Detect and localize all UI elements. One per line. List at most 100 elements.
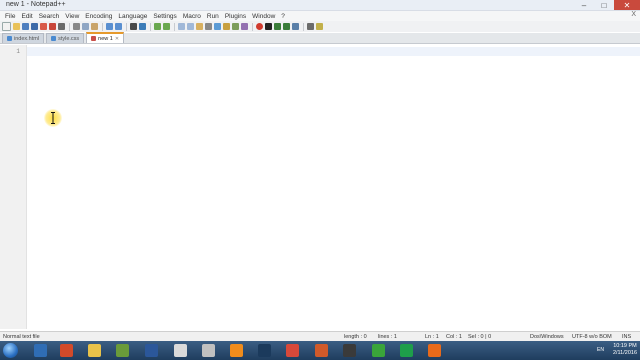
app-icon-3[interactable] (343, 344, 356, 357)
ibeam-cursor-icon (51, 112, 55, 124)
tab-close-icon[interactable]: ✕ (115, 36, 119, 42)
play-multiple-icon[interactable] (283, 23, 290, 30)
folder-as-workspace-icon[interactable] (223, 23, 230, 30)
undo-icon[interactable] (106, 23, 113, 30)
cut-icon[interactable] (73, 23, 80, 30)
toolbar-separator (69, 22, 70, 31)
status-file-type: Normal text file (3, 334, 40, 340)
show-all-chars-icon[interactable] (205, 23, 212, 30)
menu-file[interactable]: File (2, 13, 18, 20)
status-ln: Ln : 1 (425, 334, 439, 340)
status-lines: lines : 1 (378, 334, 397, 340)
word-wrap-icon[interactable] (196, 23, 203, 30)
clock-time: 10:19 PM (613, 343, 637, 349)
window-title: new 1 - Notepad++ (6, 1, 66, 8)
status-eol: Dos\Windows (530, 334, 564, 340)
redo-icon[interactable] (115, 23, 122, 30)
firefox-icon[interactable] (428, 344, 441, 357)
toolbar-separator (174, 22, 175, 31)
tab-label: style.css (58, 35, 80, 42)
find-icon[interactable] (130, 23, 137, 30)
word-icon[interactable] (145, 344, 158, 357)
line-number-gutter: 1 (0, 45, 27, 329)
record-macro-icon[interactable] (256, 23, 263, 30)
status-col: Col : 1 (446, 334, 462, 340)
maximize-button[interactable]: □ (594, 0, 614, 10)
tab-style-css[interactable]: style.css (46, 33, 85, 43)
plugin-icon[interactable] (307, 23, 314, 30)
copy-icon[interactable] (82, 23, 89, 30)
internet-explorer-icon[interactable] (34, 344, 47, 357)
taskbar: EN 10:19 PM 2/11/2016 (0, 341, 640, 360)
function-list-icon[interactable] (241, 23, 248, 30)
chrome-icon[interactable] (174, 344, 187, 357)
menu-view[interactable]: View (62, 13, 82, 20)
app-icon-2[interactable] (315, 344, 328, 357)
file-saved-icon (51, 36, 57, 41)
play-macro-icon[interactable] (274, 23, 281, 30)
paste-icon[interactable] (91, 23, 98, 30)
new-file-icon[interactable] (2, 22, 11, 31)
language-indicator[interactable]: EN (597, 347, 604, 353)
sync-h-icon[interactable] (187, 23, 194, 30)
zoom-out-icon[interactable] (163, 23, 170, 30)
start-button[interactable] (3, 343, 18, 358)
menu-bar: File Edit Search View Encoding Language … (0, 11, 640, 21)
editor-area[interactable]: 1 (0, 45, 640, 329)
replace-icon[interactable] (139, 23, 146, 30)
menu-search[interactable]: Search (36, 13, 63, 20)
save-icon[interactable] (22, 23, 29, 30)
file-saved-icon (7, 36, 12, 41)
tab-bar: index.html style.css new 1 ✕ (0, 32, 640, 44)
toolbar-separator (126, 22, 127, 31)
status-mode: INS (622, 334, 632, 340)
menu-help[interactable]: ? (278, 13, 288, 20)
photoshop-icon[interactable] (258, 344, 271, 357)
menu-encoding[interactable]: Encoding (82, 13, 115, 20)
current-line-highlight (27, 47, 640, 56)
clock[interactable]: 10:19 PM 2/11/2016 (613, 343, 637, 357)
tab-index-html[interactable]: index.html (2, 33, 45, 43)
menu-run[interactable]: Run (204, 13, 222, 20)
clock-date: 2/11/2016 (612, 350, 637, 356)
close-all-icon[interactable] (49, 23, 56, 30)
menu-macro[interactable]: Macro (180, 13, 204, 20)
status-encoding: UTF-8 w/o BOM (572, 334, 612, 340)
plugin-icon-2[interactable] (316, 23, 323, 30)
file-explorer-icon[interactable] (88, 344, 101, 357)
toolbar-separator (252, 22, 253, 31)
vlc-icon[interactable] (230, 344, 243, 357)
app-icon[interactable] (202, 344, 215, 357)
zoom-in-icon[interactable] (154, 23, 161, 30)
sync-v-icon[interactable] (178, 23, 185, 30)
save-macro-icon[interactable] (292, 23, 299, 30)
minimize-button[interactable]: – (574, 0, 594, 10)
close-file-icon[interactable] (40, 23, 47, 30)
tab-new-1[interactable]: new 1 ✕ (86, 32, 125, 43)
toolbar-separator (150, 22, 151, 31)
tab-label: new 1 (98, 35, 113, 42)
menu-plugins[interactable]: Plugins (222, 13, 249, 20)
toolbar-separator (303, 22, 304, 31)
notepadpp-icon[interactable] (116, 344, 129, 357)
sheets-icon[interactable] (400, 344, 413, 357)
close-button[interactable]: ✕ (614, 0, 640, 10)
doc-map-icon[interactable] (232, 23, 239, 30)
close-doc-icon[interactable]: X (631, 11, 636, 18)
menu-settings[interactable]: Settings (150, 13, 180, 20)
status-sel: Sel : 0 | 0 (468, 334, 492, 340)
menu-window[interactable]: Window (249, 13, 278, 20)
toolbar-separator (102, 22, 103, 31)
menu-language[interactable]: Language (115, 13, 150, 20)
file-unsaved-icon (91, 36, 97, 41)
premiere-icon[interactable] (286, 344, 299, 357)
print-icon[interactable] (58, 23, 65, 30)
open-file-icon[interactable] (13, 23, 20, 30)
save-all-icon[interactable] (31, 23, 38, 30)
menu-edit[interactable]: Edit (18, 13, 35, 20)
indent-guide-icon[interactable] (214, 23, 221, 30)
media-player-icon[interactable] (60, 344, 73, 357)
toolbar (0, 21, 640, 32)
xbox-icon[interactable] (372, 344, 385, 357)
stop-macro-icon[interactable] (265, 23, 272, 30)
